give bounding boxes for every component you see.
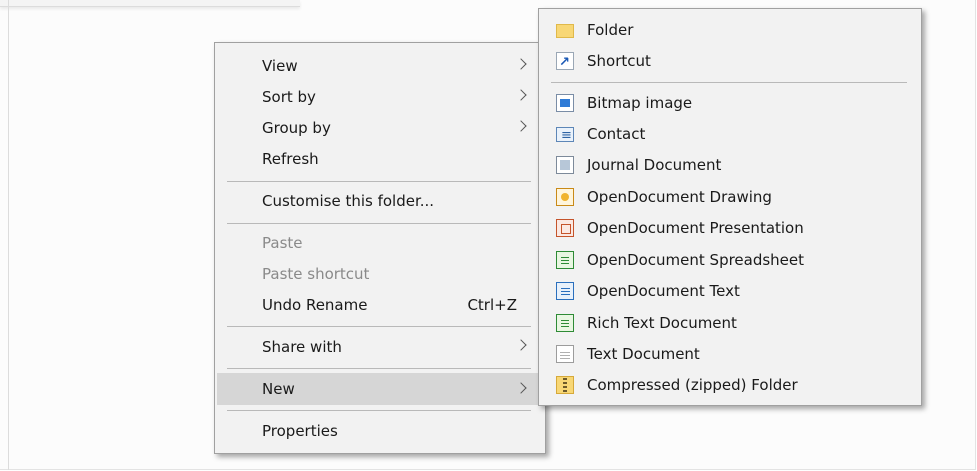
menu-item-undo-rename[interactable]: Undo Rename Ctrl+Z — [217, 290, 543, 320]
keyboard-shortcut: Ctrl+Z — [467, 296, 517, 314]
new-item-opendocument-drawing[interactable]: OpenDocument Drawing — [541, 182, 919, 212]
menu-separator — [227, 410, 531, 411]
menu-separator — [227, 326, 531, 327]
pane-divider — [8, 0, 9, 470]
ods-icon — [556, 251, 574, 269]
menu-item-label: Properties — [262, 422, 338, 440]
new-item-label: Rich Text Document — [587, 314, 737, 332]
new-item-shortcut[interactable]: Shortcut — [541, 46, 919, 78]
menu-item-label: Undo Rename — [262, 296, 368, 314]
menu-item-label: Refresh — [262, 150, 319, 168]
menu-item-label: New — [262, 380, 295, 398]
menu-item-label: View — [262, 57, 298, 75]
chevron-right-icon — [515, 382, 527, 394]
new-item-opendocument-presentation[interactable]: OpenDocument Presentation — [541, 213, 919, 243]
menu-item-new[interactable]: New — [217, 373, 543, 405]
menu-item-properties[interactable]: Properties — [217, 416, 543, 446]
menu-item-paste-shortcut: Paste shortcut — [217, 259, 543, 289]
new-item-opendocument-text[interactable]: OpenDocument Text — [541, 276, 919, 306]
new-item-label: OpenDocument Presentation — [587, 219, 804, 237]
menu-item-label: Customise this folder... — [262, 192, 435, 210]
menu-separator — [227, 223, 531, 224]
new-item-compressed-folder[interactable]: Compressed (zipped) Folder — [541, 370, 919, 400]
new-item-opendocument-spreadsheet[interactable]: OpenDocument Spreadsheet — [541, 245, 919, 275]
menu-item-paste: Paste — [217, 228, 543, 258]
shortcut-icon — [556, 48, 574, 78]
new-item-label: Contact — [587, 125, 646, 143]
chevron-right-icon — [515, 120, 527, 132]
new-item-label: Text Document — [587, 345, 700, 363]
new-item-label: OpenDocument Drawing — [587, 188, 772, 206]
menu-item-label: Paste shortcut — [262, 265, 370, 283]
menu-item-sort-by[interactable]: Sort by — [217, 82, 543, 112]
zip-folder-icon — [556, 376, 574, 394]
new-item-text-document[interactable]: Text Document — [541, 339, 919, 369]
menu-item-group-by[interactable]: Group by — [217, 113, 543, 143]
menu-separator — [551, 82, 907, 83]
odt-icon — [556, 282, 574, 300]
toolbar-edge — [0, 0, 300, 7]
new-item-label: OpenDocument Spreadsheet — [587, 251, 805, 269]
chevron-right-icon — [515, 89, 527, 101]
new-item-label: Compressed (zipped) Folder — [587, 376, 798, 394]
chevron-right-icon — [515, 58, 527, 70]
new-item-label: Shortcut — [587, 52, 651, 70]
folder-icon — [556, 24, 574, 38]
menu-item-refresh[interactable]: Refresh — [217, 144, 543, 174]
new-item-journal-document[interactable]: Journal Document — [541, 150, 919, 180]
odg-icon — [556, 188, 574, 206]
contact-icon — [556, 121, 574, 151]
menu-item-label: Paste — [262, 234, 303, 252]
menu-item-label: Group by — [262, 119, 331, 137]
menu-item-view[interactable]: View — [217, 51, 543, 81]
new-item-rich-text-document[interactable]: Rich Text Document — [541, 308, 919, 338]
menu-item-label: Sort by — [262, 88, 316, 106]
journal-icon — [556, 156, 574, 174]
new-submenu: Folder Shortcut Bitmap image Contact Jou… — [538, 8, 922, 406]
new-item-label: Journal Document — [587, 156, 722, 174]
chevron-right-icon — [515, 339, 527, 351]
rtf-icon — [556, 314, 574, 332]
new-item-label: Bitmap image — [587, 94, 693, 112]
odp-icon — [556, 219, 574, 237]
menu-item-customise-folder[interactable]: Customise this folder... — [217, 186, 543, 216]
menu-item-share-with[interactable]: Share with — [217, 332, 543, 362]
menu-separator — [227, 181, 531, 182]
new-item-label: OpenDocument Text — [587, 282, 740, 300]
text-icon — [556, 345, 574, 363]
new-item-label: Folder — [587, 21, 634, 39]
new-item-contact[interactable]: Contact — [541, 119, 919, 151]
menu-item-label: Share with — [262, 338, 342, 356]
new-item-folder[interactable]: Folder — [541, 15, 919, 45]
menu-separator — [227, 368, 531, 369]
new-item-bitmap-image[interactable]: Bitmap image — [541, 88, 919, 118]
context-menu: View Sort by Group by Refresh Customise … — [214, 42, 546, 454]
bitmap-icon — [556, 94, 574, 112]
